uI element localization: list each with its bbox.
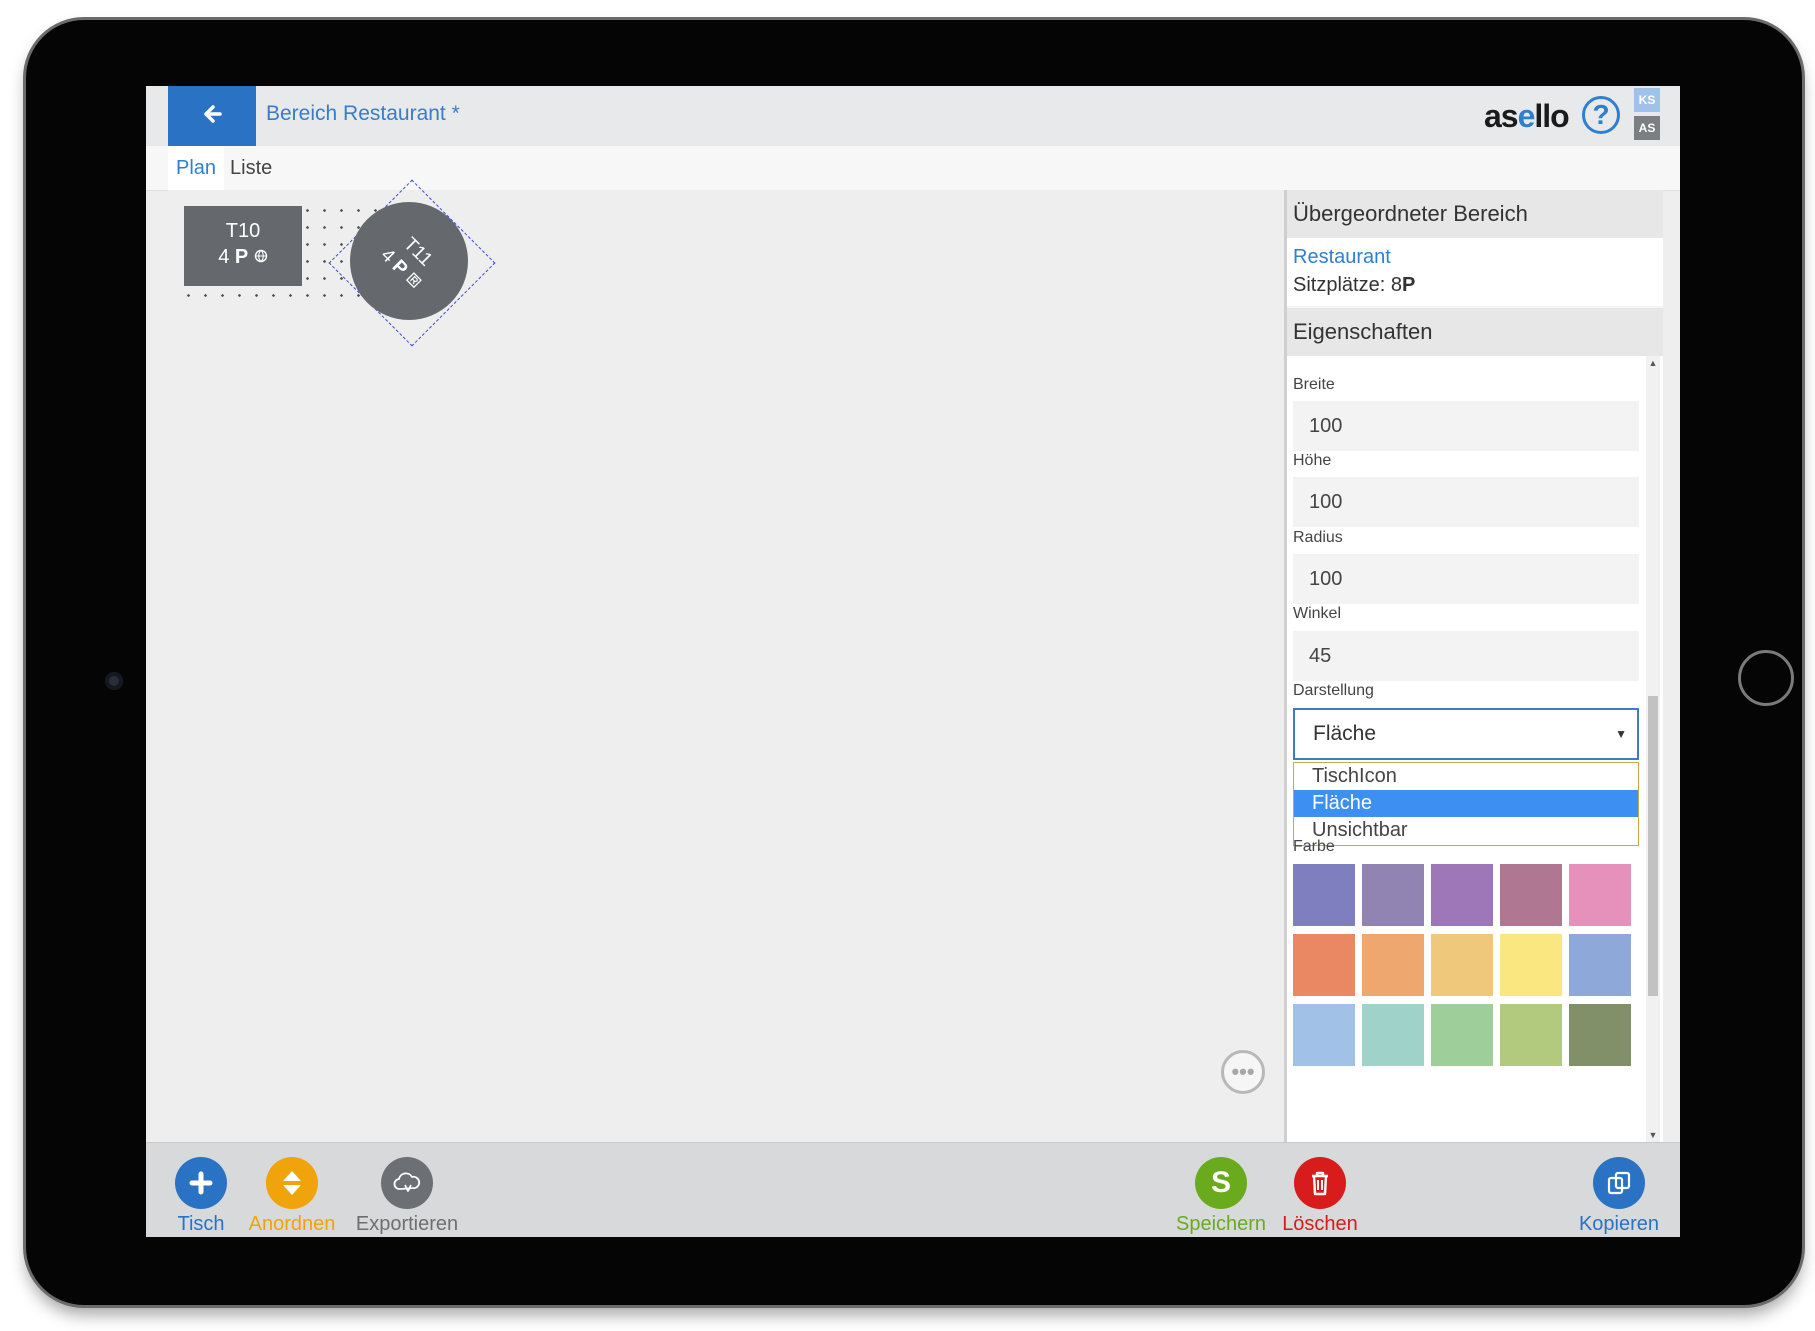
properties-panel: Übergeordneter Bereich Restaurant Sitzpl… xyxy=(1284,190,1663,1142)
color-swatch-6[interactable] xyxy=(1293,934,1355,996)
option-tischicon[interactable]: TischIcon xyxy=(1294,763,1638,790)
color-swatch-5[interactable] xyxy=(1569,864,1631,926)
color-swatch-3[interactable] xyxy=(1431,864,1493,926)
user-badge-as[interactable]: AS xyxy=(1634,116,1660,140)
seat-count: Sitzplätze: 8P xyxy=(1293,274,1416,296)
color-swatch-8[interactable] xyxy=(1431,934,1493,996)
more-options-icon[interactable]: ••• xyxy=(1221,1050,1265,1094)
option-flaeche[interactable]: Fläche xyxy=(1294,790,1638,817)
color-swatch-14[interactable] xyxy=(1500,1004,1562,1066)
angle-input[interactable]: 45 xyxy=(1293,631,1639,681)
table-seats: 4 P xyxy=(184,244,302,270)
tab-plan[interactable]: Plan xyxy=(168,146,225,190)
caret-down-icon: ▼ xyxy=(1615,727,1627,741)
properties-form: Breite 100 Höhe 100 Radius 100 Winkel 45… xyxy=(1287,356,1663,1142)
width-input[interactable]: 100 xyxy=(1293,401,1639,451)
save-s-icon: S xyxy=(1195,1157,1247,1209)
option-unsichtbar[interactable]: Unsichtbar xyxy=(1294,817,1638,844)
arrange-label: Anordnen xyxy=(248,1213,336,1235)
table-t11[interactable]: T11 4 P xyxy=(350,202,468,320)
add-table-button[interactable]: Tisch xyxy=(166,1157,236,1236)
export-label: Exportieren xyxy=(355,1213,459,1235)
scroll-up-icon[interactable]: ▲ xyxy=(1646,358,1660,368)
camera xyxy=(105,672,123,690)
asello-logo: asello xyxy=(1484,98,1570,134)
bottom-toolbar: Tisch Anordnen Exportieren S Speichern L… xyxy=(146,1142,1680,1237)
tab-liste[interactable]: Liste xyxy=(222,146,280,190)
height-label: Höhe xyxy=(1293,452,1332,469)
width-label: Breite xyxy=(1293,376,1335,393)
color-swatch-12[interactable] xyxy=(1362,1004,1424,1066)
add-table-label: Tisch xyxy=(177,1213,225,1235)
color-swatch-11[interactable] xyxy=(1293,1004,1355,1066)
floor-plan-canvas[interactable]: T10 4 P T11 4 P ••• xyxy=(168,179,1284,1142)
height-input[interactable]: 100 xyxy=(1293,477,1639,527)
user-badge-ks[interactable]: KS xyxy=(1634,88,1660,112)
angle-label: Winkel xyxy=(1293,605,1342,622)
cloud-icon xyxy=(381,1157,433,1209)
color-palette xyxy=(1293,864,1639,1066)
parent-area-box: Restaurant Sitzplätze: 8P xyxy=(1287,238,1663,306)
panel-scrollbar[interactable]: ▲ ▼ xyxy=(1646,356,1660,1142)
save-button[interactable]: S Speichern xyxy=(1176,1157,1266,1236)
color-swatch-1[interactable] xyxy=(1293,864,1355,926)
app-screen: Bereich Restaurant * asello ? KS AS Plan… xyxy=(146,86,1680,1237)
delete-label: Löschen xyxy=(1282,1213,1358,1235)
save-label: Speichern xyxy=(1176,1213,1267,1235)
export-button[interactable]: Exportieren xyxy=(352,1157,462,1236)
color-swatch-9[interactable] xyxy=(1500,934,1562,996)
arrow-left-icon xyxy=(202,104,222,129)
view-tabs: Plan Liste xyxy=(146,146,1680,191)
sort-arrows-icon xyxy=(266,1157,318,1209)
home-button xyxy=(1738,650,1794,706)
color-label: Farbe xyxy=(1293,838,1335,855)
help-icon[interactable]: ? xyxy=(1582,96,1620,134)
color-swatch-13[interactable] xyxy=(1431,1004,1493,1066)
color-swatch-4[interactable] xyxy=(1500,864,1562,926)
table-t10[interactable]: T10 4 P xyxy=(184,206,302,286)
radius-input[interactable]: 100 xyxy=(1293,554,1639,604)
color-swatch-7[interactable] xyxy=(1362,934,1424,996)
copy-button[interactable]: Kopieren xyxy=(1574,1157,1664,1236)
globe-icon xyxy=(254,246,268,268)
app-header: Bereich Restaurant * asello ? KS AS xyxy=(146,86,1680,147)
table-name: T10 xyxy=(225,220,261,242)
color-swatch-10[interactable] xyxy=(1569,934,1631,996)
plus-icon xyxy=(175,1157,227,1209)
copy-icon xyxy=(1593,1157,1645,1209)
page-title: Bereich Restaurant * xyxy=(266,102,460,125)
trash-icon xyxy=(1294,1157,1346,1209)
delete-button[interactable]: Löschen xyxy=(1280,1157,1360,1236)
color-swatch-2[interactable] xyxy=(1362,864,1424,926)
display-select[interactable]: Fläche ▼ xyxy=(1293,708,1639,760)
display-options: TischIcon Fläche Unsichtbar xyxy=(1293,762,1639,846)
properties-heading: Eigenschaften xyxy=(1287,308,1663,356)
back-button[interactable] xyxy=(168,86,256,146)
radius-label: Radius xyxy=(1293,529,1343,546)
copy-label: Kopieren xyxy=(1578,1213,1660,1235)
arrange-button[interactable]: Anordnen xyxy=(242,1157,342,1236)
parent-area-heading: Übergeordneter Bereich xyxy=(1287,190,1663,238)
color-swatch-15[interactable] xyxy=(1569,1004,1631,1066)
parent-area-link[interactable]: Restaurant xyxy=(1293,246,1391,269)
scroll-down-icon[interactable]: ▼ xyxy=(1646,1130,1660,1140)
scrollbar-thumb[interactable] xyxy=(1648,696,1658,996)
display-label: Darstellung xyxy=(1293,682,1374,699)
